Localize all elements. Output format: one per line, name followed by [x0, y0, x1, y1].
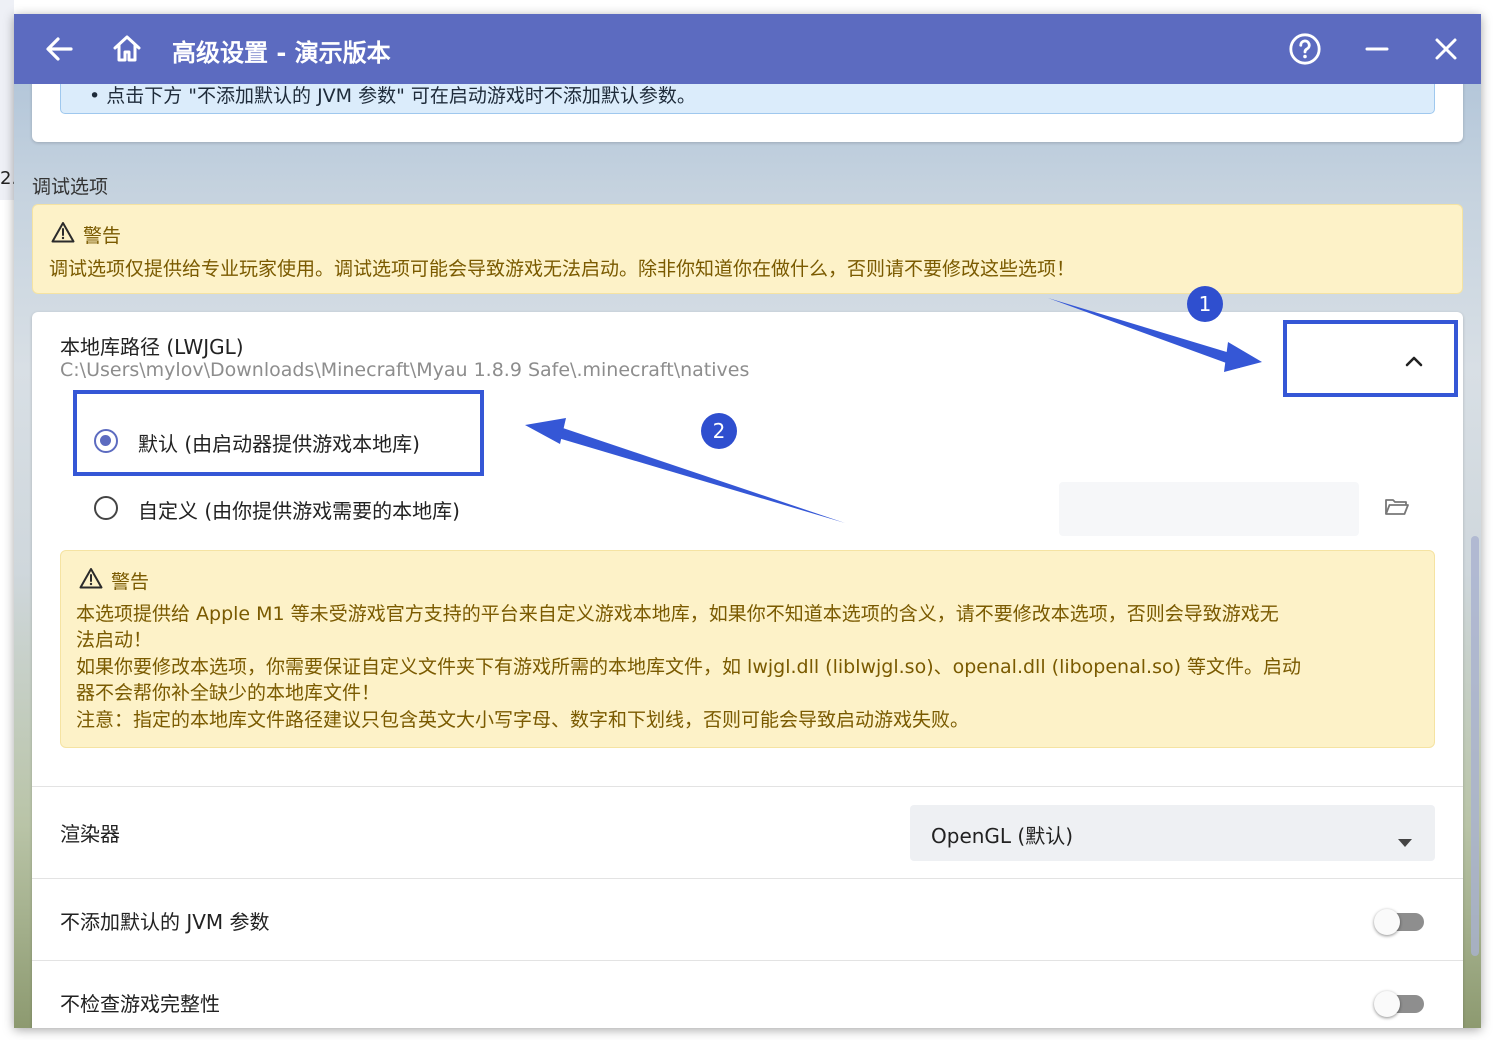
native-library-path: C:\Users\mylov\Downloads\Minecraft\Myau …	[60, 359, 750, 381]
debug-settings-card: 本地库路径 (LWJGL) C:\Users\mylov\Downloads\M…	[32, 312, 1463, 1028]
advanced-settings-window: 高级设置 - 演示版本 • 点击下方 "不添加默认的 JVM 参数" 可在启动游…	[14, 14, 1481, 1028]
warning-triangle-icon	[51, 221, 75, 250]
custom-path-input[interactable]	[1059, 482, 1359, 536]
radio-custom[interactable]	[94, 496, 118, 520]
arrow-left-icon[interactable]	[42, 32, 76, 66]
folder-open-icon	[1384, 497, 1410, 521]
renderer-selected-value: OpenGL (默认)	[931, 824, 1074, 848]
scrollbar-thumb[interactable]	[1471, 536, 1479, 956]
radio-default-label[interactable]: 默认 (由启动器提供游戏本地库)	[138, 428, 420, 457]
toggle-no-integrity-check-label: 不检查游戏完整性	[60, 992, 220, 1016]
divider	[32, 960, 1463, 961]
debug-warning-title: 警告	[83, 224, 122, 247]
native-warning-line-3: 如果你要修改本选项，你需要保证自定义文件夹下有游戏所需的本地库文件，如 lwjg…	[76, 656, 1302, 678]
native-warning-line-4: 器不会帮你补全缺少的本地库文件！	[76, 682, 381, 704]
help-circle-icon[interactable]	[1288, 32, 1322, 66]
toggle-no-jvm-args[interactable]	[1370, 904, 1432, 940]
toggle-knob	[1374, 909, 1400, 935]
radio-default[interactable]	[94, 429, 118, 453]
caret-down-icon	[1398, 828, 1412, 852]
title-bar: 高级设置 - 演示版本	[14, 14, 1481, 84]
settings-content[interactable]: • 点击下方 "不添加默认的 JVM 参数" 可在启动游戏时不添加默认参数。 调…	[14, 44, 1481, 1028]
radio-custom-label[interactable]: 自定义 (由你提供游戏需要的本地库)	[138, 495, 460, 524]
toggle-no-integrity-check[interactable]	[1370, 986, 1432, 1022]
native-warning-header: 警告	[79, 567, 149, 596]
native-library-title: 本地库路径 (LWJGL)	[60, 335, 244, 359]
debug-warning-header: 警告	[51, 221, 121, 250]
toggle-no-jvm-args-label: 不添加默认的 JVM 参数	[60, 910, 270, 934]
divider	[32, 786, 1463, 787]
divider	[32, 878, 1463, 879]
debug-warning: 警告 调试选项仅提供给专业玩家使用。调试选项可能会导致游戏无法启动。除非你知道你…	[32, 204, 1463, 294]
collapse-button[interactable]	[1398, 346, 1430, 378]
native-library-warning: 警告 本选项提供给 Apple M1 等未受游戏官方支持的平台来自定义游戏本地库…	[60, 550, 1435, 748]
toggle-knob	[1374, 991, 1400, 1017]
debug-warning-text: 调试选项仅提供给专业玩家使用。调试选项可能会导致游戏无法启动。除非你知道你在做什…	[49, 258, 1076, 280]
debug-section-label: 调试选项	[32, 176, 109, 198]
close-icon[interactable]	[1429, 32, 1463, 66]
browse-folder-button[interactable]	[1382, 494, 1412, 524]
renderer-label: 渲染器	[60, 822, 120, 846]
warning-triangle-icon	[79, 567, 103, 596]
minimize-icon[interactable]	[1360, 32, 1394, 66]
native-warning-title: 警告	[111, 570, 150, 593]
jvm-info-text: • 点击下方 "不添加默认的 JVM 参数" 可在启动游戏时不添加默认参数。	[89, 85, 696, 107]
native-warning-line-2: 法启动！	[76, 629, 153, 651]
home-icon[interactable]	[110, 32, 144, 66]
renderer-select[interactable]: OpenGL (默认)	[910, 805, 1435, 861]
window-title: 高级设置 - 演示版本	[172, 39, 391, 67]
native-warning-line-5: 注意：指定的本地库文件路径建议只包含英文大小写字母、数字和下划线，否则可能会导致…	[76, 709, 970, 731]
native-warning-line-1: 本选项提供给 Apple M1 等未受游戏官方支持的平台来自定义游戏本地库，如果…	[76, 603, 1279, 625]
chevron-up-icon	[1404, 353, 1424, 372]
